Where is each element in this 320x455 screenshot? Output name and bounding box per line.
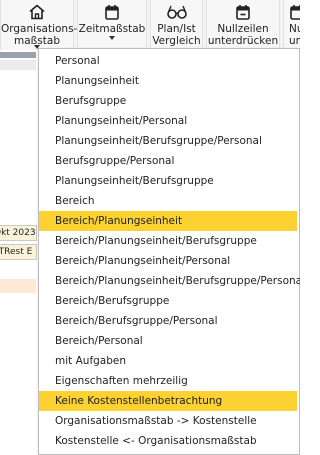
time-scale-button[interactable]: Zeitmaßstab (77, 0, 147, 50)
menu-item-mit-aufgaben[interactable]: mit Aufgaben (39, 351, 297, 371)
menu-item-berufsgruppe[interactable]: Berufsgruppe (39, 91, 297, 111)
menu-item-planungseinheit-berufsgruppe[interactable]: Planungseinheit/Berufsgruppe (39, 171, 297, 191)
plan-actual-label-1: Plan/Ist (157, 23, 196, 35)
grid-date-cell: Okt 2023 (0, 225, 37, 241)
ribbon-toolbar: Organisations- maßstab Zeitmaßstab Plan/… (0, 0, 300, 51)
chevron-down-icon (109, 36, 115, 40)
glasses-icon (151, 3, 202, 21)
menu-item-berufsgruppe-personal[interactable]: Berufsgruppe/Personal (39, 151, 297, 171)
suppress-zero-rows-label-2: unterdrücken (207, 35, 279, 47)
zero-rows-extra-label-1: Nu (289, 23, 300, 35)
calendar-icon (78, 3, 146, 21)
menu-item-bereich-planungseinheit-personal[interactable]: Bereich/Planungseinheit/Personal (39, 251, 297, 271)
menu-item-bereich-personal[interactable]: Bereich/Personal (39, 331, 297, 351)
menu-item-orgmassstab-to-kostenstelle[interactable]: Organisationsmaßstab -> Kostenstelle (39, 411, 297, 431)
organisation-scale-menu: Personal Planungseinheit Berufsgruppe Pl… (38, 48, 300, 455)
plan-actual-label-2: Vergleich (152, 35, 201, 47)
zero-rows-extra-button[interactable]: Nu unte (283, 0, 300, 50)
organisation-scale-label-1: Organisations- (1, 23, 78, 35)
menu-item-planungseinheit-personal[interactable]: Planungseinheit/Personal (39, 111, 297, 131)
menu-item-personal[interactable]: Personal (39, 51, 297, 71)
menu-item-bereich-planungseinheit[interactable]: Bereich/Planungseinheit (39, 211, 297, 231)
menu-item-bereich-planungseinheit-berufsgruppe-personal[interactable]: Bereich/Planungseinheit/Berufsgruppe/Per… (39, 271, 300, 291)
organisation-scale-button[interactable]: Organisations- maßstab (0, 0, 78, 50)
suppress-zero-rows-button[interactable]: Nullzeilen unterdrücken (206, 0, 280, 50)
menu-item-planungseinheit-berufsgruppe-personal[interactable]: Planungseinheit/Berufsgruppe/Personal (39, 131, 297, 151)
calendar-icon (288, 3, 300, 21)
menu-item-kostenstelle-from-orgmassstab[interactable]: Kostenstelle <- Organisationsmaßstab (39, 431, 297, 451)
app-page: Organisations- maßstab Zeitmaßstab Plan/… (0, 0, 300, 455)
menu-item-bereich-planungseinheit-berufsgruppe[interactable]: Bereich/Planungseinheit/Berufsgruppe (39, 231, 297, 251)
menu-item-keine-kostenstellenbetrachtung[interactable]: Keine Kostenstellenbetrachtung (39, 391, 297, 411)
plan-actual-compare-button[interactable]: Plan/Ist Vergleich (150, 0, 203, 50)
grid-row-label-cell: ITRest E (0, 244, 37, 260)
menu-item-bereich[interactable]: Bereich (39, 191, 297, 211)
time-scale-label: Zeitmaßstab (78, 23, 146, 35)
menu-item-planungseinheit[interactable]: Planungseinheit (39, 71, 297, 91)
home-icon (1, 3, 73, 21)
calendar-remove-icon (207, 3, 279, 21)
menu-item-bereich-berufsgruppe[interactable]: Bereich/Berufsgruppe (39, 291, 297, 311)
grid-highlight-cell (0, 279, 36, 293)
menu-item-bereich-berufsgruppe-personal[interactable]: Bereich/Berufsgruppe/Personal (39, 311, 297, 331)
zero-rows-extra-label-2: unte (289, 35, 300, 47)
grid-header-bar (0, 52, 36, 58)
grid-header-row (0, 60, 36, 70)
menu-item-eigenschaften-mehrzeilig[interactable]: Eigenschaften mehrzeilig (39, 371, 297, 391)
suppress-zero-rows-label-1: Nullzeilen (217, 23, 269, 35)
